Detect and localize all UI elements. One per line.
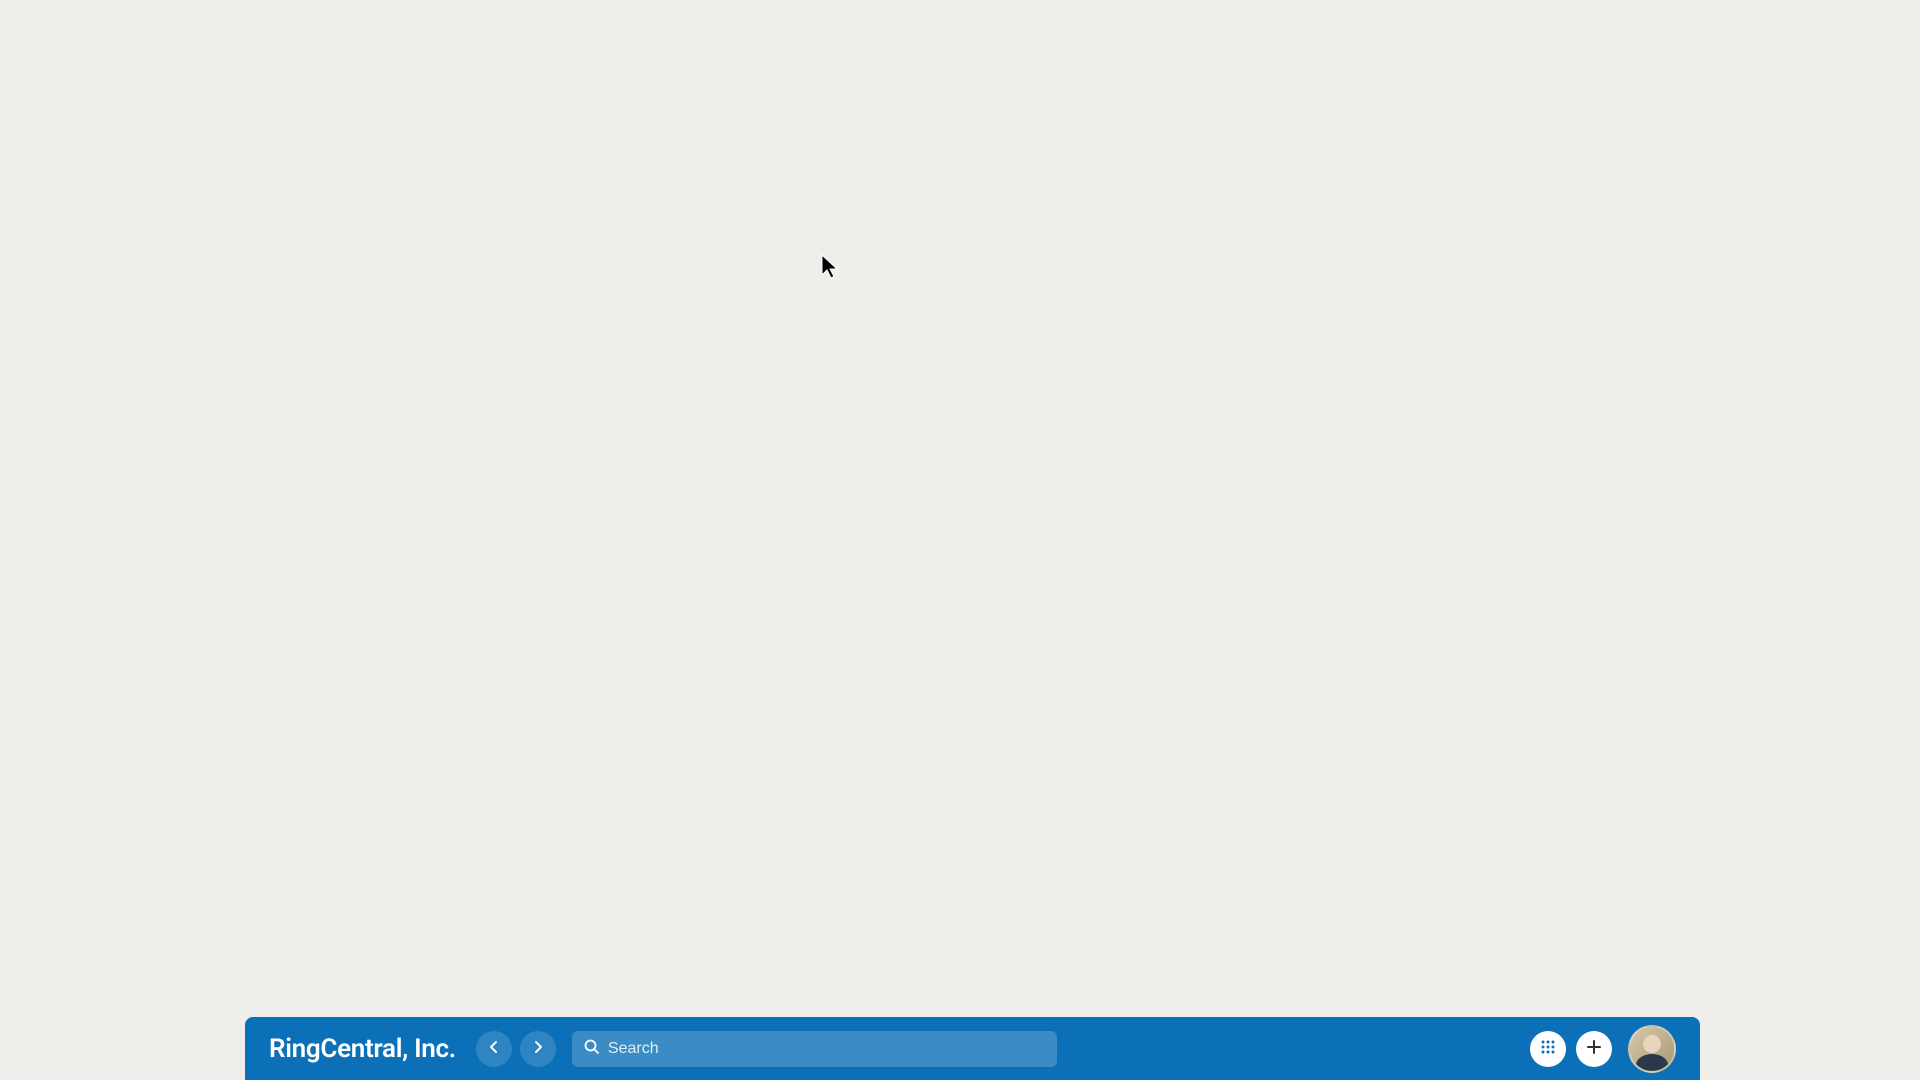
dialpad-button[interactable] xyxy=(1530,1031,1566,1067)
back-button[interactable] xyxy=(476,1031,512,1067)
search-input[interactable] xyxy=(608,1040,1045,1058)
main-toolbar: RingCentral, Inc. xyxy=(245,1017,1700,1080)
plus-icon xyxy=(1586,1039,1602,1058)
add-button[interactable] xyxy=(1576,1031,1612,1067)
nav-buttons-group xyxy=(476,1031,556,1067)
chevron-right-icon xyxy=(533,1040,543,1057)
brand-name: RingCentral, Inc. xyxy=(269,1034,456,1064)
right-buttons-group xyxy=(1530,1025,1676,1073)
search-icon xyxy=(584,1039,600,1059)
mouse-cursor xyxy=(820,253,844,281)
chevron-left-icon xyxy=(489,1040,499,1057)
search-container[interactable] xyxy=(572,1031,1057,1067)
dialpad-icon xyxy=(1540,1039,1556,1058)
forward-button[interactable] xyxy=(520,1031,556,1067)
user-avatar[interactable] xyxy=(1628,1025,1676,1073)
